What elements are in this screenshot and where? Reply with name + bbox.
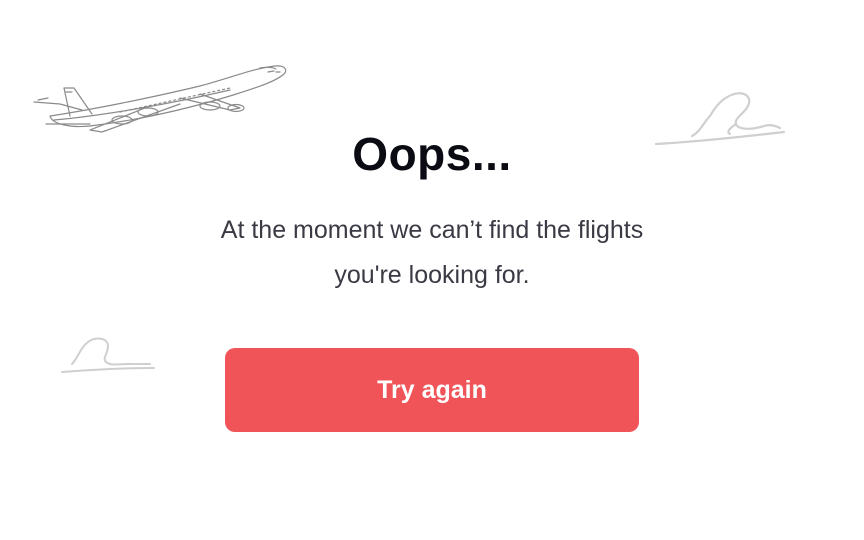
cloud-sketch-icon [61, 337, 155, 373]
airplane-illustration-icon [33, 65, 287, 133]
error-message: At the moment we can’t find the flights … [220, 216, 644, 289]
try-again-button[interactable]: Try again [225, 348, 639, 432]
error-title: Oops... [352, 128, 512, 180]
error-page: Oops... At the moment we can’t find the … [0, 0, 864, 540]
